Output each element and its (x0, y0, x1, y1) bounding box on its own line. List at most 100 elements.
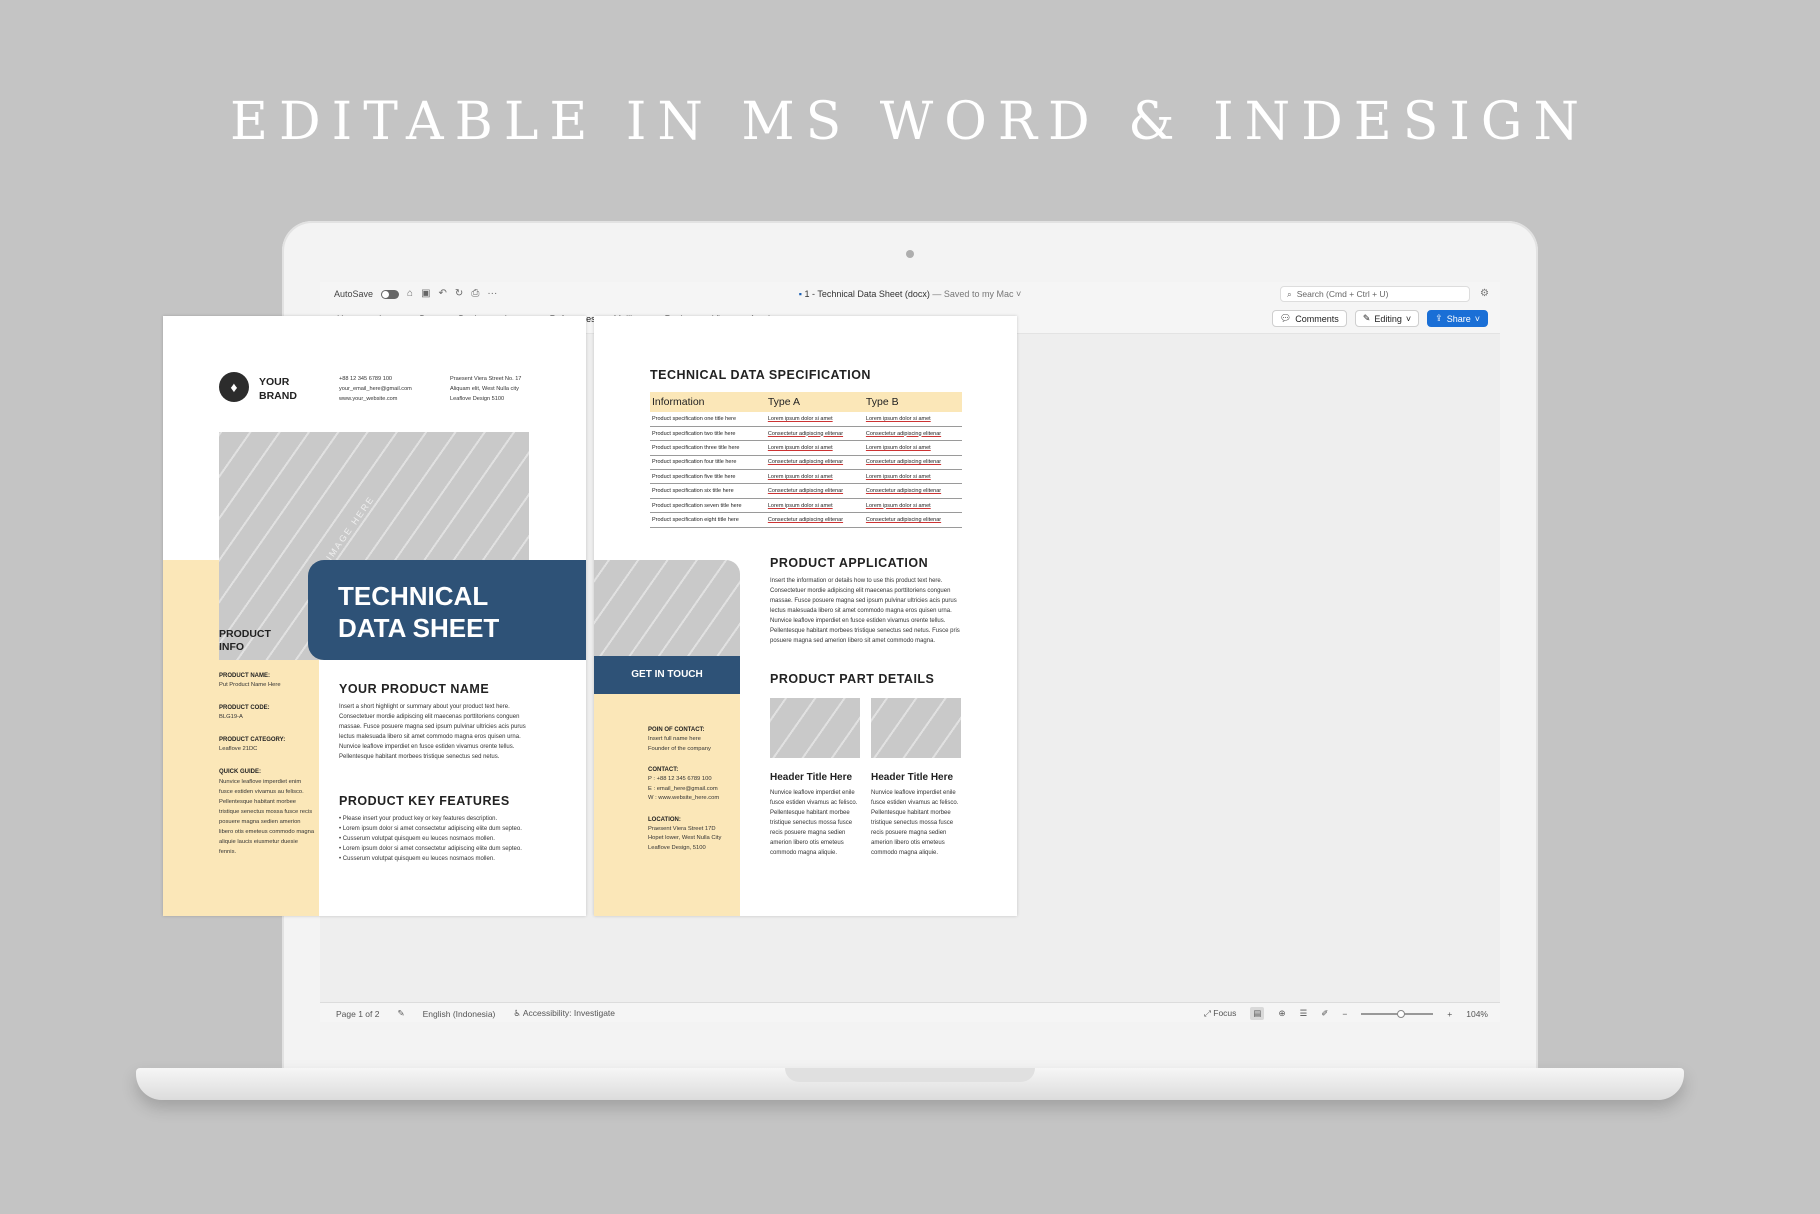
list-item: Please insert your product key or key fe… (339, 814, 539, 824)
zoom-in-icon[interactable]: + (1447, 1009, 1452, 1019)
laptop-notch (785, 1068, 1035, 1082)
location-line: Praesent Viera Street 17D (648, 825, 716, 832)
table-header: Type B (863, 392, 962, 412)
table-cell: Consectetur adipiscing elitenar (863, 483, 962, 499)
contact-label: CONTACT: (648, 767, 679, 773)
table-row: Product specification three title here Lo… (650, 440, 962, 456)
table-header: Type A (765, 392, 864, 412)
search-placeholder: Search (Cmd + Ctrl + U) (1296, 289, 1389, 299)
part-text: Nunvice leaflove imperdiet enile fusce e… (770, 790, 858, 856)
accessibility-icon: ♿︎ (513, 1008, 523, 1018)
address-line: Leaflove Design 5100 (450, 396, 505, 402)
table-cell: Lorem ipsum dolor si amet (765, 469, 864, 485)
header-website: www.your_website.com (339, 396, 398, 402)
table-row: Product specification five title here Lor… (650, 469, 962, 485)
table-row: Product specification one title here Lore… (650, 412, 962, 427)
document-page-1[interactable]: IMAGE HERE ♦ YOUR BRAND +88 12 345 6789 … (163, 316, 586, 916)
key-features-list: Please insert your product key or key fe… (339, 814, 539, 864)
product-info-title: PRODUCT INFO (219, 628, 271, 653)
proofing-icon[interactable]: ✎ (397, 1008, 404, 1019)
profile-icon[interactable]: ⚙ (1480, 288, 1489, 299)
share-label: Share (1446, 313, 1471, 324)
zoom-level[interactable]: 104% (1466, 1009, 1488, 1019)
table-cell: Product specification eight title here (650, 512, 766, 528)
outline-icon[interactable]: ☰ (1300, 1008, 1308, 1019)
zoom-out-icon[interactable]: − (1342, 1009, 1347, 1019)
table-cell: Product specification one title here (650, 412, 766, 427)
product-summary: Insert a short highlight or summary abou… (339, 704, 526, 760)
part-details-title: PRODUCT PART DETAILS (770, 672, 935, 686)
table-cell: Product specification four title here (650, 455, 766, 471)
search-icon: ⌕ (1287, 288, 1292, 299)
product-code-label: PRODUCT CODE: (219, 705, 270, 711)
product-name-label: PRODUCT NAME: (219, 673, 270, 679)
product-info-panel: PRODUCT INFO PRODUCT NAME: Put Product N… (219, 628, 315, 857)
table-cell: Consectetur adipiscing elitenar (765, 426, 864, 442)
zoom-slider-knob[interactable] (1397, 1009, 1406, 1018)
document-page-2[interactable]: GET IN TOUCH TECHNICAL DATA SPECIFICATIO… (594, 316, 1017, 916)
spec-title: TECHNICAL DATA SPECIFICATION (650, 368, 871, 382)
table-row: Product specification eight title here Co… (650, 512, 962, 528)
accessibility-label: Accessibility: Investigate (522, 1008, 616, 1018)
table-cell: Product specification six title here (650, 483, 766, 499)
header-phone: +88 12 345 6789 100 (339, 376, 393, 382)
print-layout-icon[interactable]: ▤ (1250, 1007, 1265, 1020)
contact-website: W : www.website_here.com (648, 795, 720, 801)
application-text: Insert the information or details how to… (770, 578, 960, 644)
comments-button[interactable]: 💬︎ Comments (1271, 310, 1347, 327)
table-cell: Consectetur adipiscing elitenar (863, 455, 962, 471)
accessibility-status[interactable]: ♿︎ Accessibility: Investigate (513, 1008, 615, 1019)
contact-phone: P : +88 12 345 6789 100 (648, 776, 712, 782)
focus-icon: ⤢ (1204, 1008, 1214, 1018)
web-layout-icon[interactable]: ⊕ (1278, 1008, 1285, 1019)
saved-status: — Saved to my Mac ˅ (932, 289, 1022, 299)
spec-table: Information Type A Type B Product specif… (650, 392, 962, 528)
table-header: Information (650, 392, 766, 412)
part-image-placeholder[interactable] (871, 698, 961, 758)
pencil-icon: ✎ (1362, 313, 1371, 323)
brand-logo-icon: ♦ (219, 372, 249, 402)
address-line: Praesent Viera Street No. 17 (450, 376, 522, 382)
share-icon: ⇪ (1435, 313, 1443, 323)
part-header: Header Title Here (871, 772, 954, 783)
table-row: Product specification seven title here Lo… (650, 498, 962, 514)
part-image-placeholder[interactable] (770, 698, 860, 758)
table-cell: Lorem ipsum dolor si amet (863, 440, 962, 456)
header-address: Praesent Viera Street No. 17 Aliquam eli… (450, 374, 521, 404)
contact-email: E : email_here@gmail.com (648, 785, 718, 792)
word-doc-icon: ▪ (798, 289, 802, 299)
editing-button[interactable]: ✎ Editing ˅ (1354, 310, 1420, 327)
product-code-value: BLG19-A (219, 714, 243, 720)
draft-icon[interactable]: ✐ (1321, 1008, 1328, 1019)
table-cell: Consectetur adipiscing elitenar (863, 512, 962, 528)
part-header: Header Title Here (770, 772, 853, 783)
document-name: 1 - Technical Data Sheet (docx) (804, 289, 930, 299)
quick-guide-text: Nunvice leaflove imperdiet enim fusce es… (219, 779, 315, 855)
poc-label: POIN OF CONTACT: (648, 727, 705, 733)
search-input[interactable]: ⌕ Search (Cmd + Ctrl + U) (1280, 286, 1470, 302)
table-cell: Lorem ipsum dolor si amet (863, 412, 962, 427)
zoom-slider[interactable] (1361, 1009, 1434, 1018)
location-line: Hopet lower, West Nulla City (648, 835, 722, 841)
table-cell: Consectetur adipiscing elitenar (765, 483, 864, 499)
table-cell: Product specification two title here (650, 426, 766, 442)
comments-label: Comments (1295, 313, 1339, 324)
location-label: LOCATION: (648, 816, 681, 823)
table-cell: Lorem ipsum dolor si amet (765, 412, 864, 427)
language-status[interactable]: English (Indonesia) (423, 1009, 496, 1019)
share-button[interactable]: ⇪ Share ˅ (1427, 310, 1488, 327)
table-cell: Product specification three title here (650, 440, 766, 456)
brand-name: YOUR BRAND (259, 376, 297, 402)
page-count[interactable]: Page 1 of 2 (336, 1009, 379, 1019)
list-item: Lorem ipsum dolor si amet consectetur ad… (339, 824, 539, 834)
product-category-value: Leaflove 21DC (219, 746, 258, 752)
camera (906, 250, 914, 258)
table-cell: Consectetur adipiscing elitenar (765, 512, 864, 528)
list-item: Cusserum volutpat quisquem eu leuces nos… (339, 854, 539, 864)
document-main-title: TECHNICAL DATA SHEET (338, 581, 500, 643)
image-placeholder[interactable] (594, 560, 740, 664)
table-cell: Product specification seven title here (650, 498, 766, 514)
table-cell: Lorem ipsum dolor si amet (765, 440, 864, 456)
comment-icon: 💬︎ (1279, 313, 1292, 323)
focus-button[interactable]: ⤢ Focus (1204, 1008, 1236, 1019)
